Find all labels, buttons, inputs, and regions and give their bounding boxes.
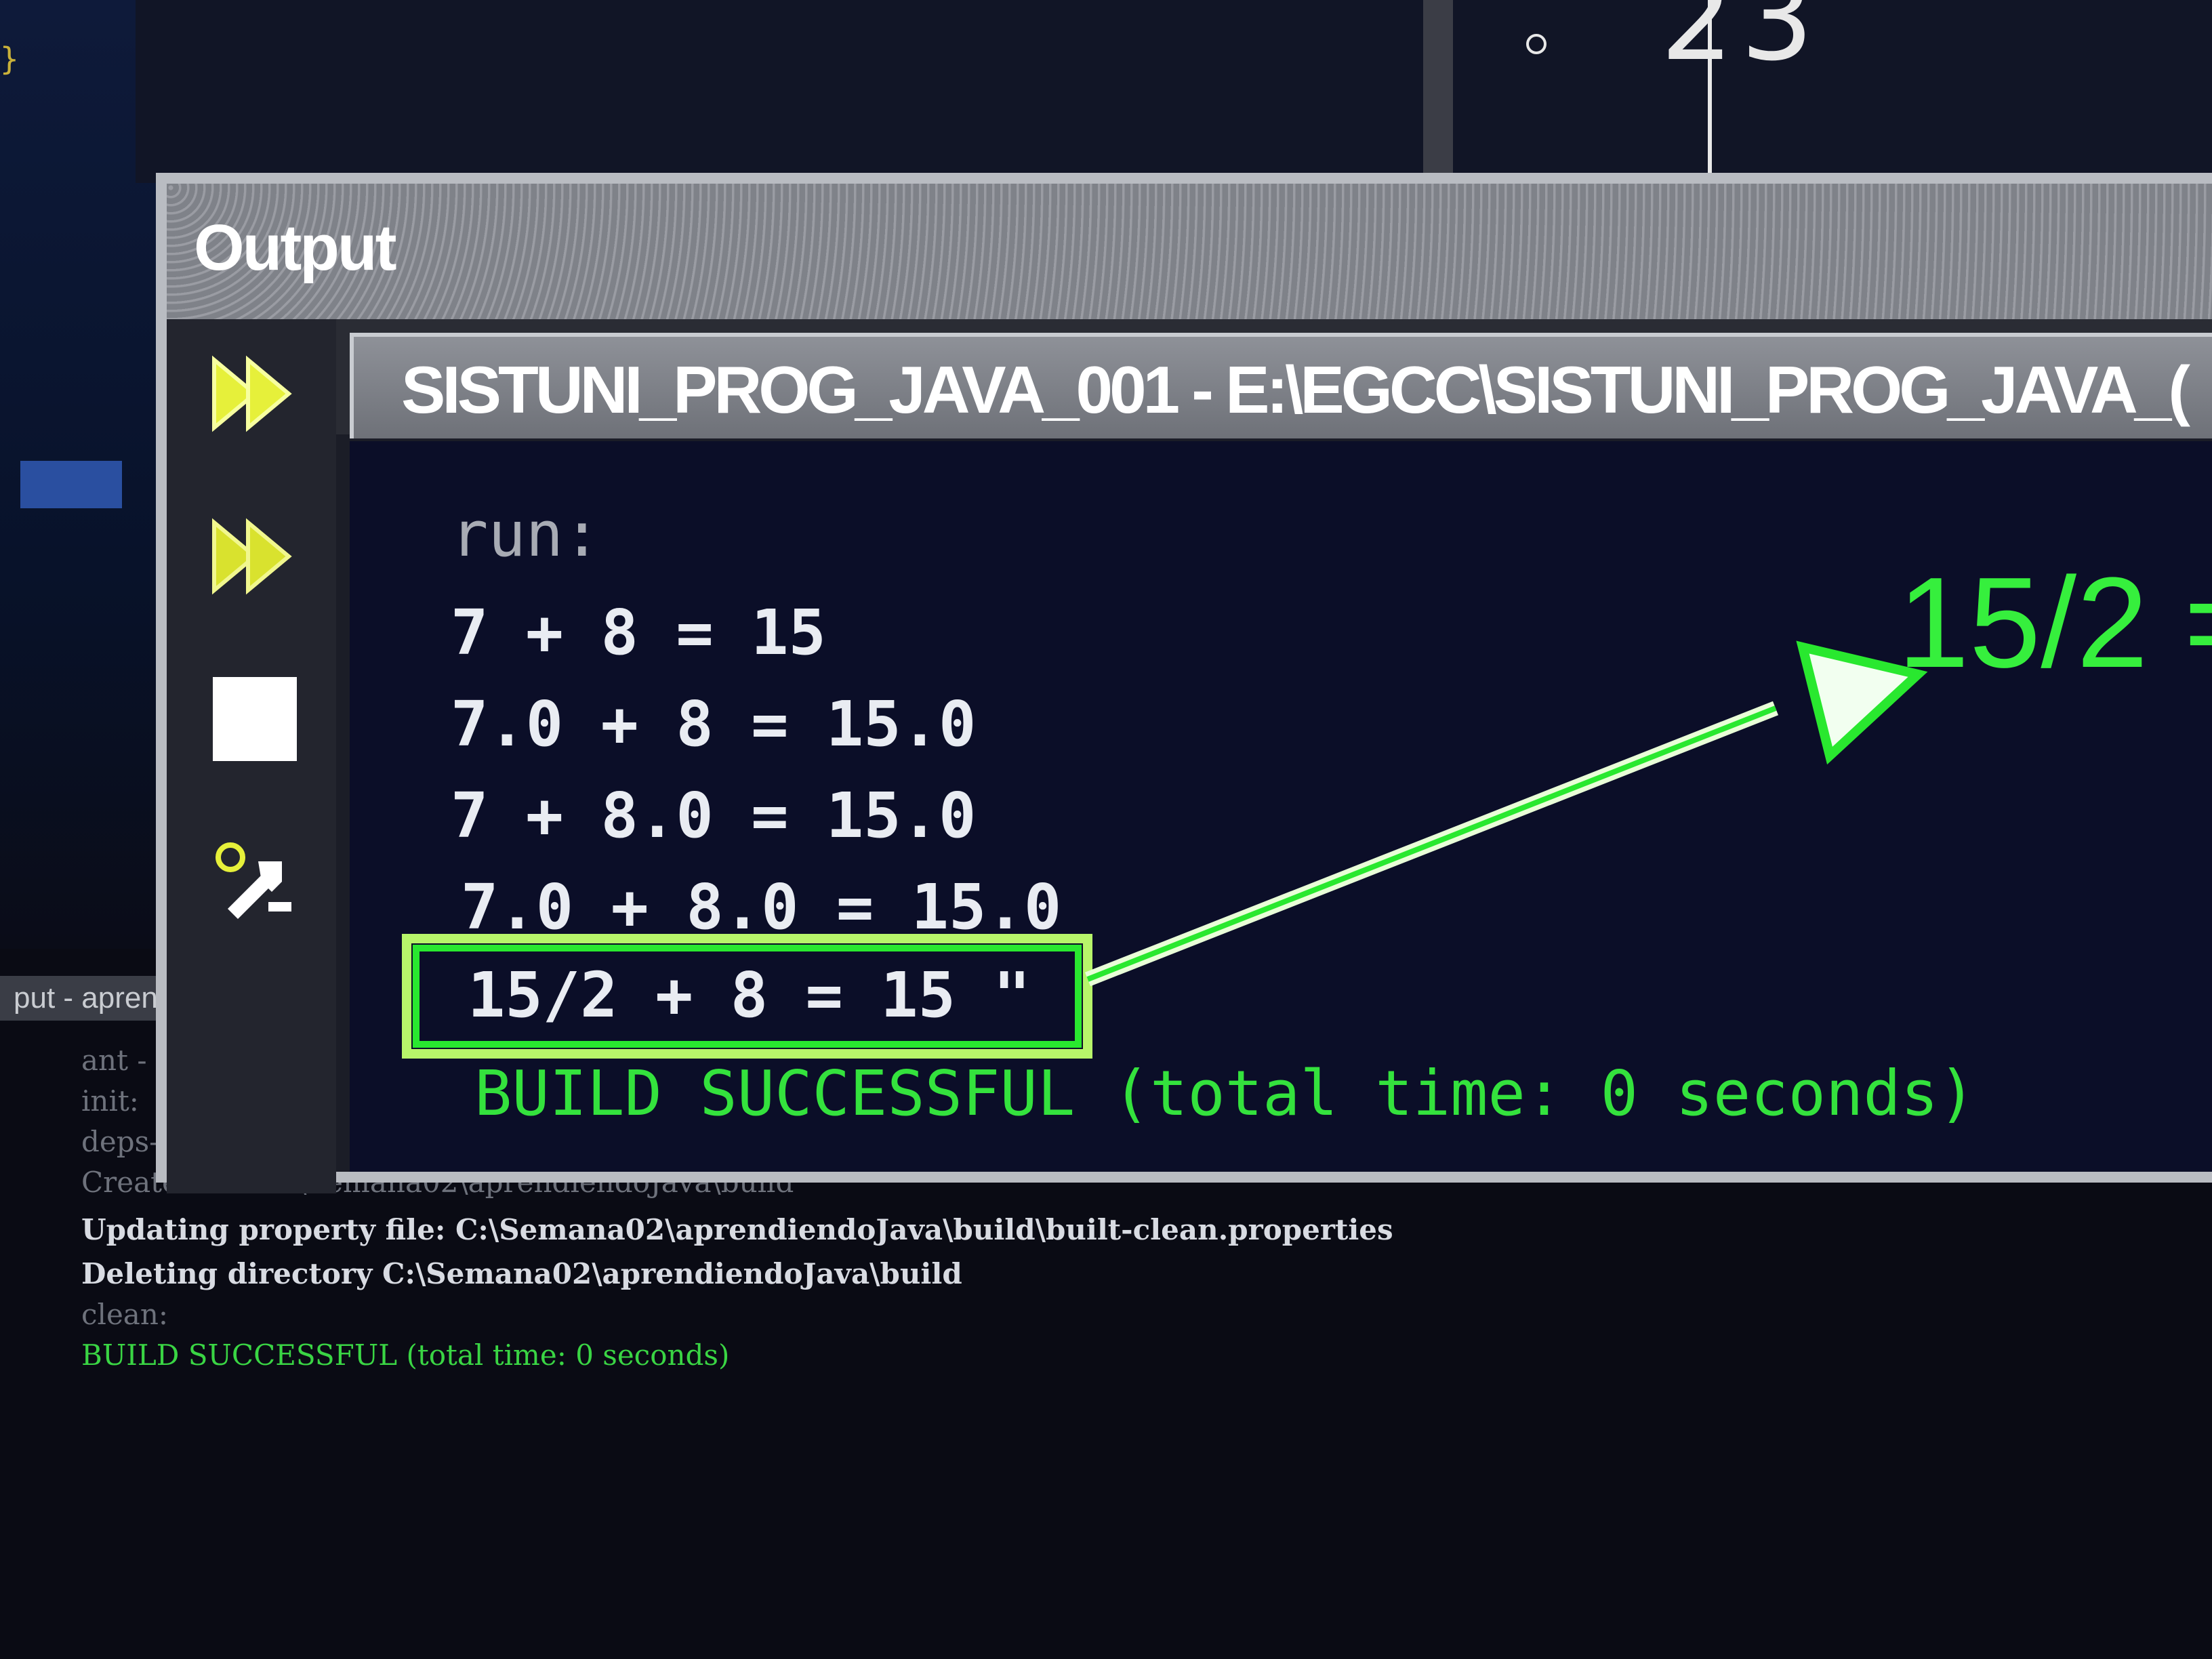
rerun-with-options-button[interactable] (207, 509, 302, 604)
console-line: 7.0 + 8 = 15.0 (451, 688, 977, 760)
background-selection-block (20, 461, 122, 508)
output-toolbar (167, 319, 336, 1193)
background-console-line: init: (81, 1084, 139, 1118)
console-line: 7 + 8.0 = 15.0 (451, 779, 977, 852)
output-tab-label: SISTUNI_PROG_JAVA_001 - E:\EGCC\SISTUNI_… (401, 352, 2190, 427)
stop-button[interactable] (207, 672, 302, 766)
background-console-line: deps- (81, 1125, 159, 1158)
output-tab[interactable]: SISTUNI_PROG_JAVA_001 - E:\EGCC\SISTUNI_… (350, 333, 2212, 438)
console-line: run: (451, 498, 601, 571)
highlighted-console-line: 15/2 + 8 = 15 " (468, 959, 1031, 1031)
top-divider (1423, 0, 1453, 176)
settings-icon (216, 842, 291, 919)
background-console-line: clean: (81, 1298, 169, 1331)
background-console-line: ant - (81, 1044, 147, 1077)
console-line: 7.0 + 8.0 = 15.0 (461, 871, 1062, 943)
top-number: 23 (1660, 0, 1821, 87)
marker-dot (1526, 34, 1547, 54)
background-build-status: BUILD SUCCESSFUL (total time: 0 seconds) (81, 1338, 730, 1372)
stop-icon (213, 677, 297, 761)
build-status-line: BUILD SUCCESSFUL (total time: 0 seconds) (474, 1057, 1976, 1130)
rerun-button[interactable] (207, 346, 302, 441)
rerun-with-options-icon (212, 518, 292, 595)
console-line: 7 + 8 = 15 (451, 596, 826, 669)
background-console-line: Updating property file: C:\Semana02\apre… (81, 1213, 1393, 1246)
settings-button[interactable] (207, 834, 302, 929)
output-tab-bar: SISTUNI_PROG_JAVA_001 - E:\EGCC\SISTUNI_… (336, 319, 2212, 438)
top-separator-line (1708, 0, 1712, 176)
output-header: Output (167, 184, 2212, 319)
background-console-line: Deleting directory C:\Semana02\aprendien… (81, 1257, 962, 1290)
top-editor-region: 23 (136, 0, 2212, 183)
background-code-fragment: } (0, 41, 19, 77)
callout-text: 15/2 = (1898, 551, 2212, 695)
rerun-icon (212, 355, 292, 432)
output-title: Output (194, 211, 397, 284)
